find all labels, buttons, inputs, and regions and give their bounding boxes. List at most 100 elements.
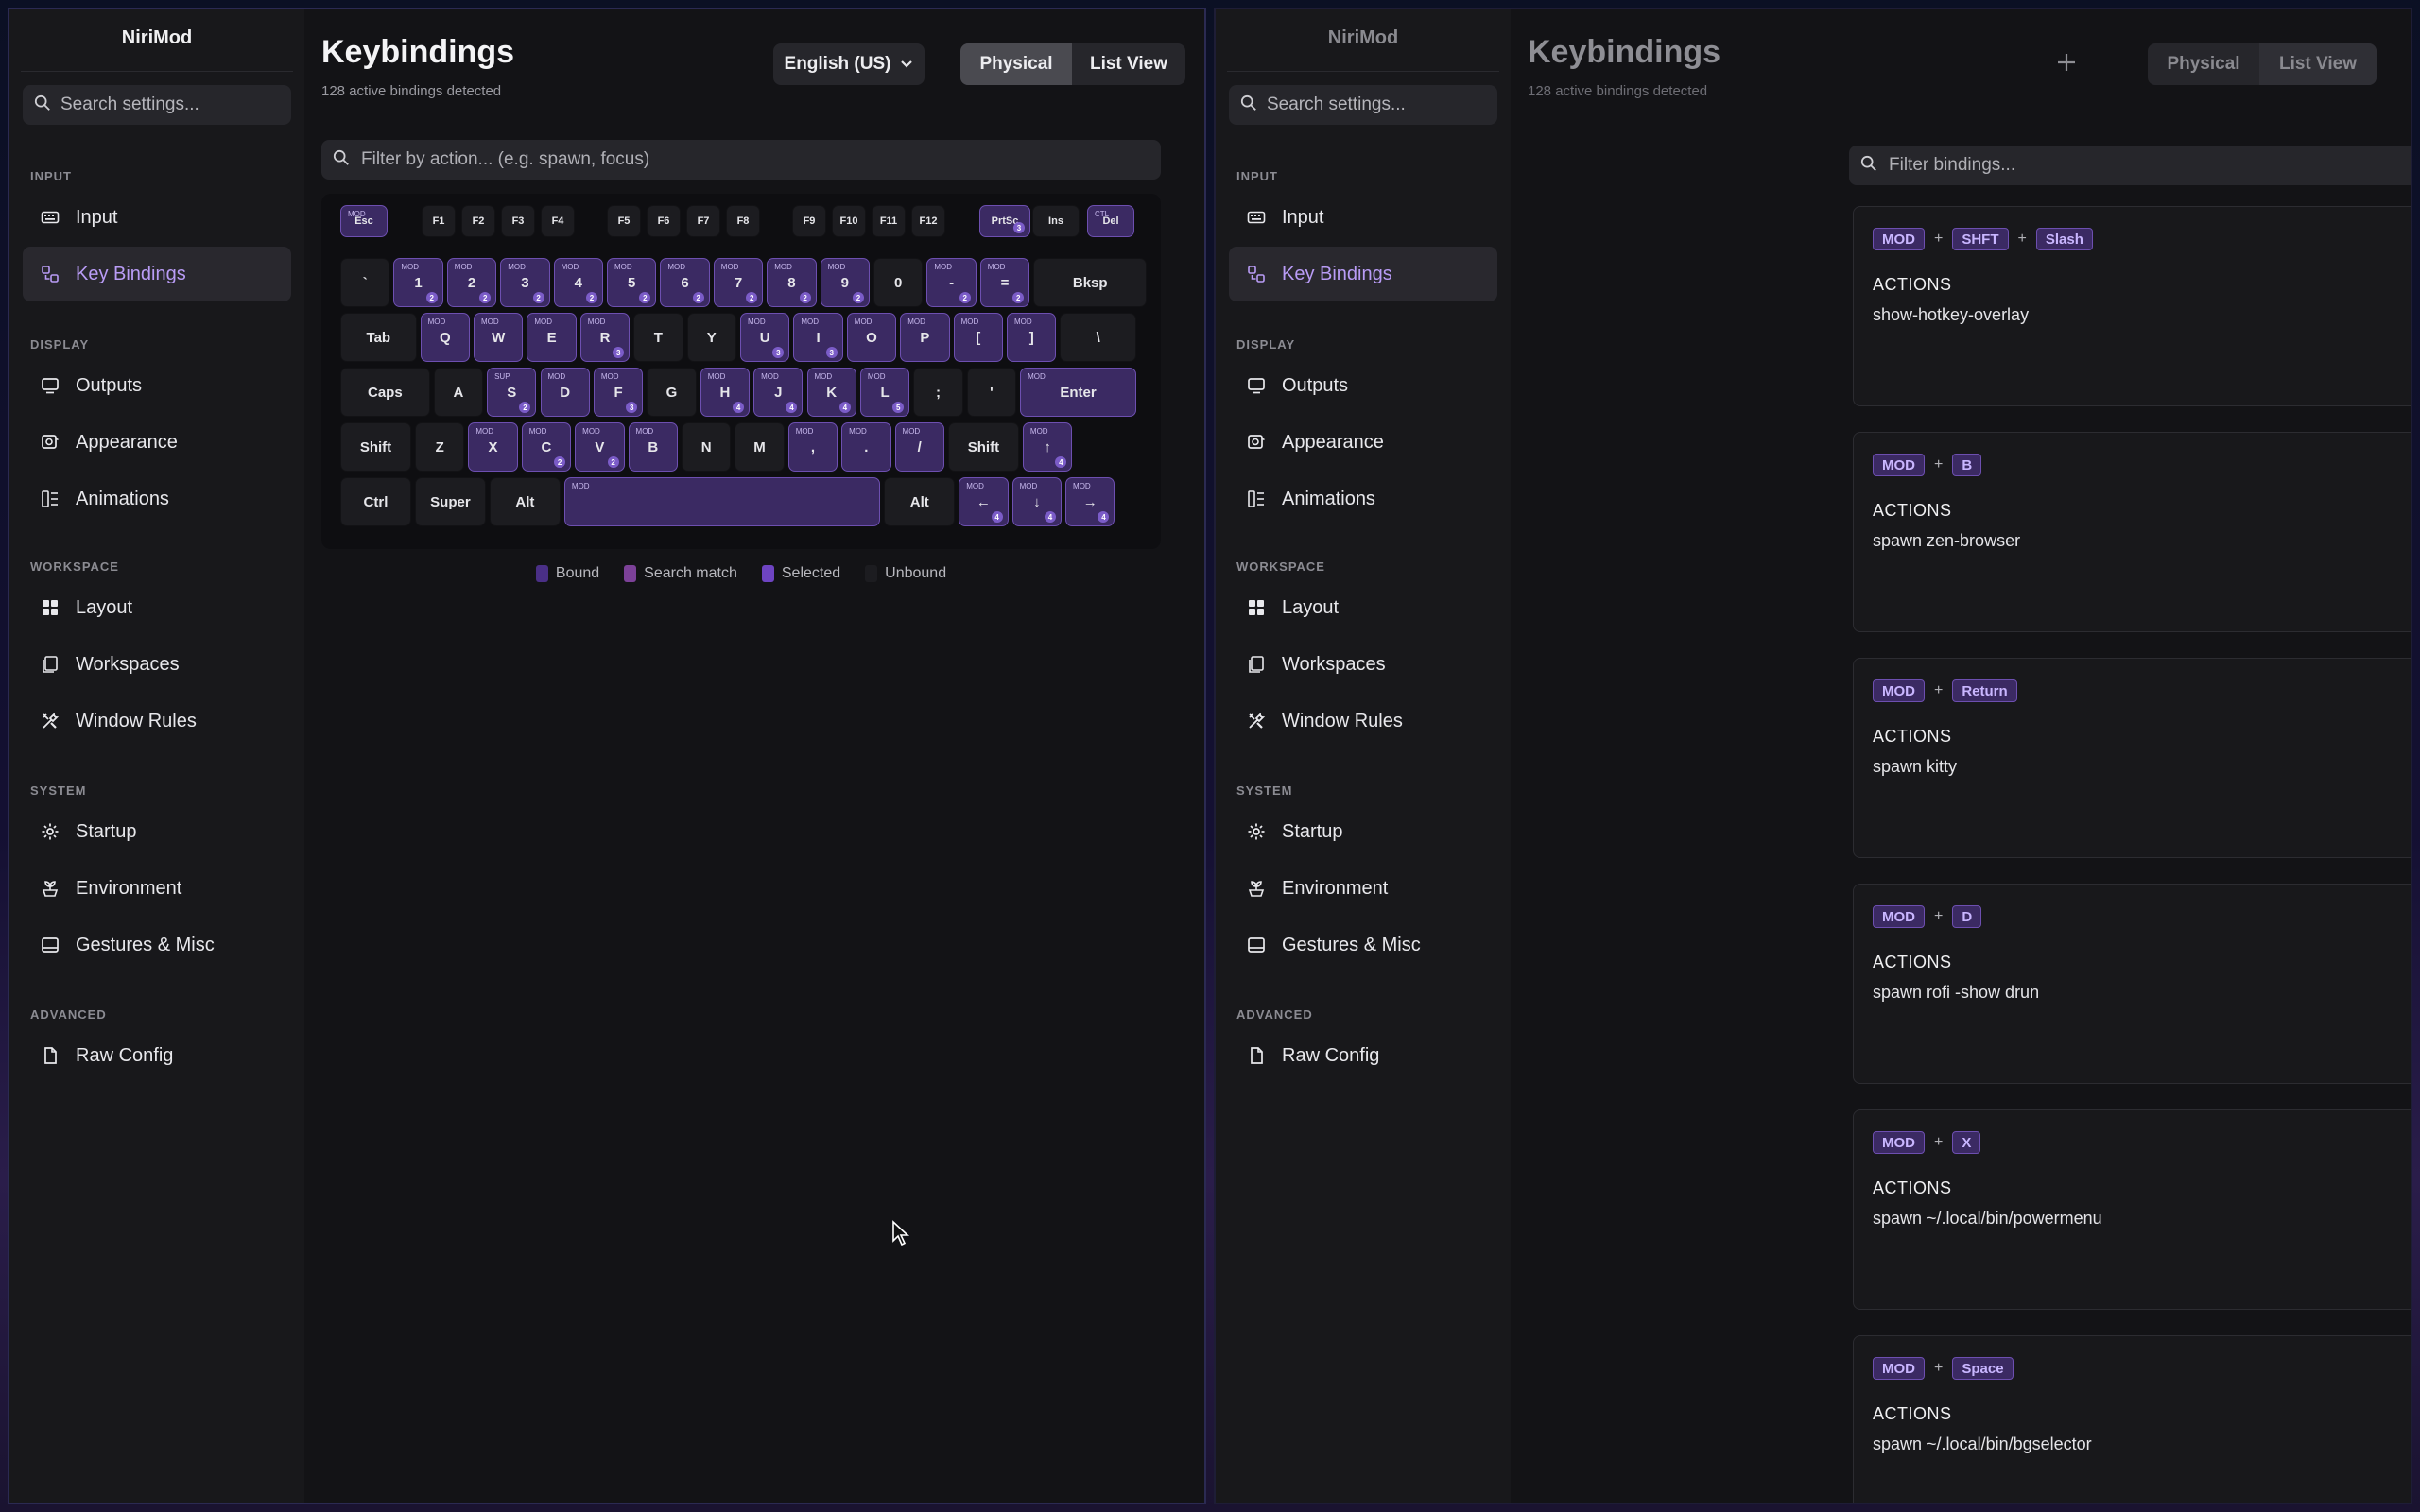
key-f9[interactable]: F9 xyxy=(792,205,826,237)
key-f5[interactable]: F5 xyxy=(607,205,641,237)
sidebar-item-key-bindings[interactable]: Key Bindings xyxy=(1229,247,1497,301)
key-k[interactable]: K MOD 4 xyxy=(806,368,856,417)
sidebar-search[interactable] xyxy=(23,85,291,125)
key-del[interactable]: Del CTL xyxy=(1087,205,1134,237)
key-ins[interactable]: Ins xyxy=(1032,205,1080,237)
sidebar-item-outputs[interactable]: Outputs xyxy=(23,358,291,413)
key-f6[interactable]: F6 xyxy=(647,205,681,237)
sidebar-item-window-rules[interactable]: Window Rules xyxy=(23,694,291,748)
key-alt[interactable]: Alt xyxy=(489,477,561,526)
key-sym[interactable]: / MOD xyxy=(894,422,944,472)
sidebar-item-input[interactable]: Input xyxy=(1229,190,1497,245)
key-l[interactable]: L MOD 5 xyxy=(859,368,910,417)
key-f4[interactable]: F4 xyxy=(541,205,575,237)
key-f7[interactable]: F7 xyxy=(686,205,720,237)
list-view-button[interactable]: List View xyxy=(1072,43,1185,85)
action-filter[interactable] xyxy=(321,140,1161,180)
sidebar-item-workspaces[interactable]: Workspaces xyxy=(1229,637,1497,692)
search-input[interactable] xyxy=(1267,94,1486,115)
sidebar-item-appearance[interactable]: Appearance xyxy=(23,415,291,470)
key-e[interactable]: E MOD xyxy=(527,313,577,362)
key-3[interactable]: 3 MOD 2 xyxy=(500,258,550,307)
sidebar-item-outputs[interactable]: Outputs xyxy=(1229,358,1497,413)
key-f8[interactable]: F8 xyxy=(726,205,760,237)
sidebar-item-environment[interactable]: Environment xyxy=(1229,861,1497,916)
key-w[interactable]: W MOD xyxy=(474,313,524,362)
key-i[interactable]: I MOD 3 xyxy=(793,313,843,362)
key-sym[interactable]: = MOD 2 xyxy=(979,258,1030,307)
key-g[interactable]: G xyxy=(647,368,697,417)
physical-view-button[interactable]: Physical xyxy=(960,43,1072,85)
sidebar-item-startup[interactable]: Startup xyxy=(23,804,291,859)
key-f3[interactable]: F3 xyxy=(501,205,535,237)
sidebar-item-raw-config[interactable]: Raw Config xyxy=(23,1028,291,1083)
key-sym[interactable]: ; xyxy=(913,368,963,417)
key-shift[interactable]: Shift xyxy=(947,422,1019,472)
key-x[interactable]: X MOD xyxy=(468,422,518,472)
key-sym[interactable]: , MOD xyxy=(787,422,838,472)
key-5[interactable]: 5 MOD 2 xyxy=(607,258,657,307)
key-esc[interactable]: Esc MOD xyxy=(340,205,388,237)
key-shift[interactable]: Shift xyxy=(340,422,411,472)
key-alt[interactable]: Alt xyxy=(884,477,956,526)
key-sym[interactable]: ← MOD 4 xyxy=(959,477,1009,526)
key-super[interactable]: Super xyxy=(414,477,486,526)
key-j[interactable]: J MOD 4 xyxy=(753,368,804,417)
sidebar-item-environment[interactable]: Environment xyxy=(23,861,291,916)
sidebar-item-window-rules[interactable]: Window Rules xyxy=(1229,694,1497,748)
sidebar-item-raw-config[interactable]: Raw Config xyxy=(1229,1028,1497,1083)
key-sym[interactable]: ' xyxy=(966,368,1017,417)
key-z[interactable]: Z xyxy=(414,422,465,472)
binding-card[interactable]: MOD + D ACTIONS spawn rofi -show drun xyxy=(1853,884,2411,1084)
key-s[interactable]: S SUP 2 xyxy=(487,368,537,417)
key-sym[interactable]: → MOD 4 xyxy=(1065,477,1115,526)
key-bksp[interactable]: Bksp xyxy=(1033,258,1148,307)
sidebar-item-startup[interactable]: Startup xyxy=(1229,804,1497,859)
key-d[interactable]: D MOD xyxy=(540,368,590,417)
key-sym[interactable]: ] MOD xyxy=(1007,313,1057,362)
key-4[interactable]: 4 MOD 2 xyxy=(553,258,603,307)
key-c[interactable]: C MOD 2 xyxy=(521,422,572,472)
list-view-button[interactable]: List View xyxy=(2259,43,2377,85)
key-8[interactable]: 8 MOD 2 xyxy=(767,258,817,307)
key-sym[interactable]: - MOD 2 xyxy=(926,258,977,307)
search-input[interactable] xyxy=(60,94,280,115)
sidebar-item-animations[interactable]: Animations xyxy=(23,472,291,526)
sidebar-item-gestures-and-misc[interactable]: Gestures & Misc xyxy=(23,918,291,972)
key-sym[interactable]: [MOD xyxy=(953,313,1003,362)
key-sym[interactable]: ↓ MOD 4 xyxy=(1011,477,1063,526)
sidebar-item-workspaces[interactable]: Workspaces xyxy=(23,637,291,692)
key-0[interactable]: 0 xyxy=(873,258,924,307)
key-7[interactable]: 7 MOD 2 xyxy=(713,258,764,307)
key-ctrl[interactable]: Ctrl xyxy=(340,477,411,526)
key-space[interactable]: MOD xyxy=(563,477,881,526)
bindings-filter-input[interactable] xyxy=(1889,155,2411,176)
sidebar-item-gestures-and-misc[interactable]: Gestures & Misc xyxy=(1229,918,1497,972)
binding-card[interactable]: MOD + Return ACTIONS spawn kitty xyxy=(1853,658,2411,858)
key-6[interactable]: 6 MOD 2 xyxy=(660,258,710,307)
sidebar-item-animations[interactable]: Animations xyxy=(1229,472,1497,526)
binding-card[interactable]: MOD + Space ACTIONS spawn ~/.local/bin/bgsel… xyxy=(1853,1335,2411,1503)
key-sym[interactable]: ` xyxy=(340,258,390,307)
key-sym[interactable]: ↑ MOD 4 xyxy=(1022,422,1073,472)
key-b[interactable]: B MOD xyxy=(628,422,678,472)
physical-view-button[interactable]: Physical xyxy=(2148,43,2259,85)
key-y[interactable]: Y xyxy=(686,313,736,362)
action-filter-input[interactable] xyxy=(361,149,1150,170)
sidebar-item-layout[interactable]: Layout xyxy=(1229,580,1497,635)
key-h[interactable]: H MOD 4 xyxy=(700,368,751,417)
key-f1[interactable]: F1 xyxy=(422,205,456,237)
key-u[interactable]: U MOD 3 xyxy=(740,313,790,362)
key-f[interactable]: F MOD 3 xyxy=(593,368,644,417)
sidebar-search[interactable] xyxy=(1229,85,1497,125)
key-p[interactable]: P MOD xyxy=(900,313,950,362)
key-sym[interactable]: . MOD xyxy=(841,422,891,472)
keyboard-layout-select[interactable]: English (US) xyxy=(773,43,925,85)
sidebar-item-layout[interactable]: Layout xyxy=(23,580,291,635)
binding-card[interactable]: MOD + X ACTIONS spawn ~/.local/bin/powermenu xyxy=(1853,1109,2411,1310)
key-9[interactable]: 9 MOD 2 xyxy=(820,258,870,307)
key-q[interactable]: Q MOD xyxy=(420,313,470,362)
add-binding-button[interactable] xyxy=(2049,47,2083,81)
key-f2[interactable]: F2 xyxy=(461,205,495,237)
key-o[interactable]: O MOD xyxy=(846,313,897,362)
